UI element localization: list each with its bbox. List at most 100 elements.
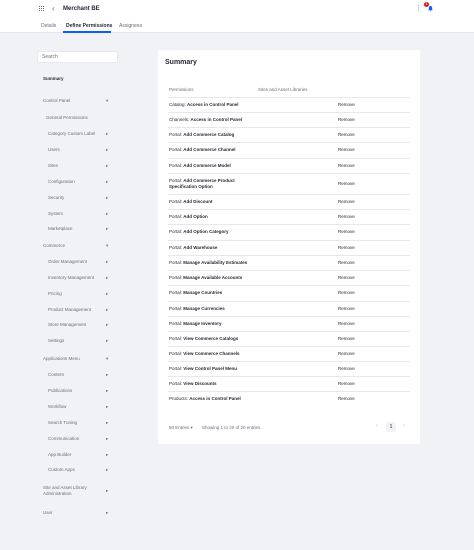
permission-name: Access in Control Panel [189,396,241,401]
chevron-right-icon[interactable]: ▸ [106,467,108,473]
sidebar-item-configuration[interactable]: Configuration [48,179,75,185]
chevron-right-icon[interactable]: ▸ [106,388,108,394]
remove-button[interactable]: Remove [338,102,355,107]
remove-button[interactable]: Remove [338,381,355,386]
remove-button[interactable]: Remove [338,199,355,204]
remove-button[interactable]: Remove [338,132,355,137]
current-page-button[interactable]: 1 [386,422,396,432]
remove-button[interactable]: Remove [338,147,355,152]
chevron-right-icon[interactable]: ▸ [106,488,108,494]
chevron-right-icon[interactable]: ▸ [106,131,108,137]
permission-name: View Control Panel Menu [183,366,237,371]
previous-page-icon[interactable]: ‹ [376,423,378,429]
remove-button[interactable]: Remove [338,117,355,122]
chevron-right-icon[interactable]: ▸ [106,436,108,442]
sidebar-item-inventory-management[interactable]: Inventory Management [48,275,94,281]
sidebar-item-applications-menu[interactable]: Applications Menu [43,356,80,362]
permission-scope: Portal: [169,381,183,386]
remove-button[interactable]: Remove [338,260,355,265]
table-row: Portal: Add Option Remove [168,209,410,224]
sidebar-item-marketplace[interactable]: Marketplace [48,226,73,232]
remove-button[interactable]: Remove [338,321,355,326]
sidebar-item-control-panel[interactable]: Control Panel [43,98,70,104]
chevron-right-icon[interactable]: ▸ [106,147,108,153]
remove-button[interactable]: Remove [338,163,355,168]
sidebar-item-workflow[interactable]: Workflow [48,404,66,410]
sidebar-item-system[interactable]: System [48,211,63,217]
chevron-right-icon[interactable]: ▸ [106,211,108,217]
chevron-right-icon[interactable]: ▸ [106,510,108,516]
sidebar-item-search-tuning[interactable]: Search Tuning [48,420,77,426]
remove-button[interactable]: Remove [338,181,355,186]
sidebar-item-site-asset-library-admin[interactable]: Site and Asset Library Administration [43,485,87,497]
chevron-right-icon[interactable]: ▸ [106,226,108,232]
chevron-right-icon[interactable]: ▸ [106,291,108,297]
sidebar-item-communication[interactable]: Communication [48,436,79,442]
chevron-right-icon[interactable]: ▸ [106,420,108,426]
kebab-menu-icon[interactable]: ⋮ [415,5,422,12]
chevron-right-icon[interactable]: ▸ [106,452,108,458]
remove-button[interactable]: Remove [338,336,355,341]
permission-name: Add Option [183,214,208,219]
chevron-right-icon[interactable]: ▸ [106,275,108,281]
remove-button[interactable]: Remove [338,306,355,311]
sidebar-item-users[interactable]: Users [48,147,60,153]
permission-name: Add Commerce Model [183,163,231,168]
sidebar-item-general-permissions[interactable]: General Permissions [46,115,88,121]
back-chevron-icon[interactable]: ‹ [52,5,55,13]
permission-label: Portal: Manage Countries [169,290,249,296]
sidebar-item-order-management[interactable]: Order Management [48,259,87,265]
notification-badge: 1 [424,2,429,7]
sidebar-item-summary[interactable]: Summary [43,76,64,82]
search-input[interactable] [37,51,118,63]
remove-button[interactable]: Remove [338,290,355,295]
table-row: Portal: View Commerce Catalogs Remove [168,331,410,346]
permission-label: Portal: Add Warehouse [169,245,249,251]
chevron-down-icon[interactable]: ▾ [106,98,108,104]
sidebar-item-user[interactable]: User [43,510,53,516]
tab-bar: Details Define Permissions Assignees [0,18,474,33]
sidebar-item-custom-apps[interactable]: Custom Apps [48,467,75,473]
tab-details[interactable]: Details [41,23,56,29]
tab-assignees[interactable]: Assignees [119,23,142,29]
sidebar-item-app-builder[interactable]: App Builder [48,452,71,458]
tab-define-permissions[interactable]: Define Permissions [66,23,112,29]
chevron-right-icon[interactable]: ▸ [106,322,108,328]
chevron-right-icon[interactable]: ▸ [106,404,108,410]
permission-scope: Portal: [169,199,183,204]
chevron-right-icon[interactable]: ▸ [106,372,108,378]
sidebar-item-publications[interactable]: Publications [48,388,72,394]
remove-button[interactable]: Remove [338,275,355,280]
entries-per-page-dropdown[interactable]: 50 Entries ▾ [169,425,193,431]
sidebar-item-store-management[interactable]: Store Management [48,322,86,328]
permission-scope: Portal: [169,214,183,219]
permission-scope: Portal: [169,229,183,234]
sidebar-item-category-custom-label[interactable]: Category Custom Label [48,131,95,137]
top-bar: ‹ Merchant BE ⋮ 1 [0,0,474,18]
remove-button[interactable]: Remove [338,245,355,250]
chevron-right-icon[interactable]: ▸ [106,307,108,313]
sidebar-item-settings[interactable]: Settings [48,338,64,344]
chevron-right-icon[interactable]: ▸ [106,163,108,169]
sidebar-item-content[interactable]: Content [48,372,64,378]
chevron-right-icon[interactable]: ▸ [106,338,108,344]
apps-grid-icon[interactable] [39,6,45,12]
chevron-down-icon[interactable]: ▾ [106,356,108,362]
sidebar-item-security[interactable]: Security [48,195,64,201]
remove-button[interactable]: Remove [338,229,355,234]
sidebar-item-sites[interactable]: Sites [48,163,58,169]
chevron-right-icon[interactable]: ▸ [106,179,108,185]
chevron-down-icon[interactable]: ▾ [106,243,108,249]
sidebar-item-label: Site and Asset Library [43,485,87,490]
chevron-right-icon[interactable]: ▸ [106,195,108,201]
next-page-icon[interactable]: › [403,423,405,429]
remove-button[interactable]: Remove [338,396,355,401]
chevron-right-icon[interactable]: ▸ [106,259,108,265]
remove-button[interactable]: Remove [338,351,355,356]
permission-scope: Portal: [169,245,183,250]
remove-button[interactable]: Remove [338,366,355,371]
remove-button[interactable]: Remove [338,214,355,219]
sidebar-item-pricing[interactable]: Pricing [48,291,62,297]
sidebar-item-commerce[interactable]: Commerce [43,243,65,249]
sidebar-item-product-management[interactable]: Product Management [48,307,91,313]
